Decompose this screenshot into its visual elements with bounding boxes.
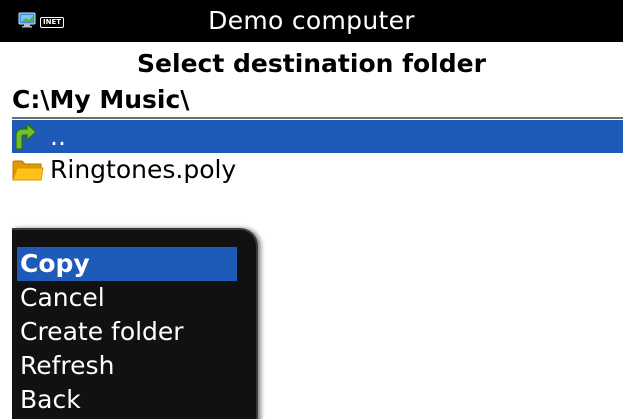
folder-icon bbox=[12, 153, 48, 186]
dialog-heading: Select destination folder bbox=[137, 49, 486, 78]
menu-item-cancel[interactable]: Cancel bbox=[17, 281, 237, 315]
menu-item-refresh[interactable]: Refresh bbox=[17, 349, 237, 383]
title-bar: INET Demo computer bbox=[0, 0, 623, 42]
context-menu: Copy Cancel Create folder Refresh Back bbox=[12, 228, 258, 419]
current-path: C:\My Music\ bbox=[12, 85, 190, 114]
list-item-ringtones-folder[interactable]: Ringtones.poly bbox=[12, 153, 623, 186]
list-item-parent-folder[interactable]: .. bbox=[12, 120, 623, 153]
divider bbox=[12, 117, 623, 119]
up-folder-icon bbox=[12, 120, 48, 153]
context-menu-items: Copy Cancel Create folder Refresh Back bbox=[17, 247, 237, 417]
list-item-label: .. bbox=[50, 122, 66, 151]
list-item-label: Ringtones.poly bbox=[50, 155, 237, 184]
menu-item-create-folder[interactable]: Create folder bbox=[17, 315, 237, 349]
file-list: .. Ringtones.poly bbox=[12, 120, 623, 186]
menu-item-copy[interactable]: Copy bbox=[17, 247, 237, 281]
menu-item-back[interactable]: Back bbox=[17, 383, 237, 417]
screen: INET Demo computer Select destination fo… bbox=[0, 0, 623, 419]
window-title: Demo computer bbox=[208, 6, 415, 35]
